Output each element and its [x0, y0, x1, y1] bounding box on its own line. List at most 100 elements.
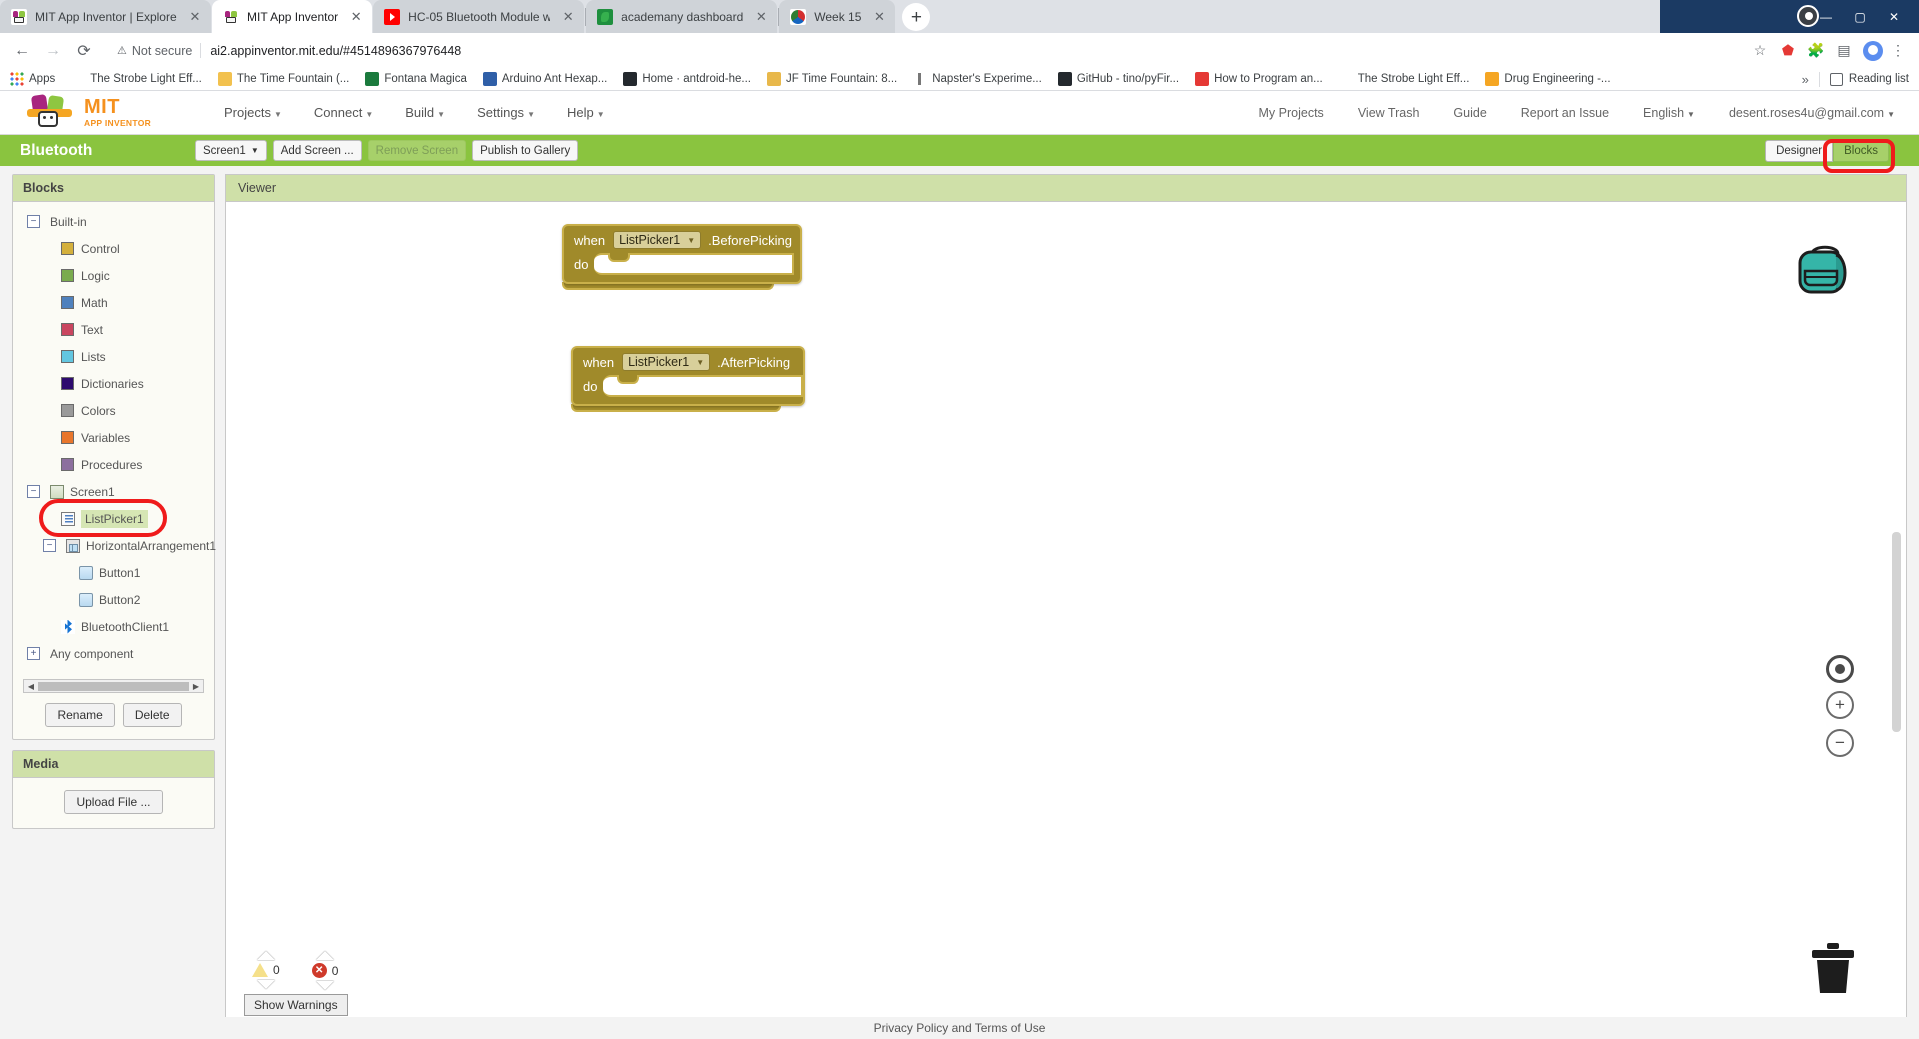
browser-tab-1[interactable]: MIT App Inventor ✕ [212, 0, 373, 33]
view-trash-link[interactable]: View Trash [1358, 106, 1420, 120]
upload-file-button[interactable]: Upload File ... [64, 790, 163, 814]
bookmark-11[interactable]: Drug Engineering -... [1485, 72, 1611, 86]
mit-app-inventor-logo[interactable]: MIT APP INVENTOR [26, 93, 166, 131]
menu-settings[interactable]: Settings ▼ [477, 105, 535, 120]
tree-node-any-component[interactable]: + Any component [13, 640, 214, 667]
tree-node-button1[interactable]: Button1 [13, 559, 214, 586]
tree-node-procedures[interactable]: Procedures [13, 451, 214, 478]
bookmark-3[interactable]: Fontana Magica [365, 72, 467, 86]
bookmark-10[interactable]: The Strobe Light Eff... [1339, 72, 1470, 86]
bookmark-8[interactable]: GitHub - tino/pyFir... [1057, 72, 1179, 86]
address-bar[interactable]: ⚠ Not secure ai2.appinventor.mit.edu/#45… [107, 37, 1739, 64]
error-prev-icon[interactable] [316, 951, 335, 960]
block-listpicker1-beforepicking[interactable]: when ListPicker1 ▼ .BeforePicking do [562, 224, 802, 290]
bookmark-7[interactable]: Napster's Experime... [913, 72, 1042, 86]
scroll-right-icon[interactable]: ▶ [191, 682, 201, 691]
tree-node-screen1[interactable]: − Screen1 [13, 478, 214, 505]
minimize-icon[interactable]: — [1809, 10, 1843, 24]
bookmark-2[interactable]: The Time Fountain (... [217, 72, 349, 86]
browser-tab-4[interactable]: Week 15 ✕ [779, 0, 896, 33]
reload-icon[interactable]: ⟳ [70, 37, 98, 65]
menu-projects[interactable]: Projects ▼ [224, 105, 282, 120]
close-tab-icon[interactable]: ✕ [871, 9, 887, 25]
bookmark-1[interactable]: The Strobe Light Eff... [71, 72, 202, 86]
maximize-icon[interactable]: ▢ [1843, 10, 1877, 24]
error-next-icon[interactable] [316, 981, 335, 990]
user-email-menu[interactable]: desent.roses4u@gmail.com ▼ [1729, 106, 1895, 120]
tree-node-variables[interactable]: Variables [13, 424, 214, 451]
collapse-icon[interactable]: − [27, 215, 40, 228]
reading-list-button[interactable]: Reading list [1829, 72, 1909, 86]
bookmark-apps[interactable]: Apps [10, 72, 55, 86]
bookmark-9[interactable]: How to Program an... [1195, 72, 1323, 86]
backpack-icon[interactable] [1792, 240, 1858, 296]
publish-to-gallery-button[interactable]: Publish to Gallery [472, 140, 579, 161]
center-target-icon[interactable] [1826, 655, 1854, 683]
privacy-policy-link[interactable]: Privacy Policy and Terms of Use [874, 1021, 1046, 1035]
close-window-icon[interactable]: ✕ [1877, 10, 1911, 24]
remove-screen-button[interactable]: Remove Screen [367, 140, 467, 161]
tree-node-horizontalarrangement1[interactable]: − HorizontalArrangement1 [13, 532, 216, 559]
bookmark-5[interactable]: Home · antdroid-he... [623, 72, 751, 86]
menu-connect[interactable]: Connect ▼ [314, 105, 373, 120]
language-selector[interactable]: English ▼ [1643, 106, 1695, 120]
screen-selector-dropdown[interactable]: Screen1 ▼ [195, 140, 267, 161]
warning-next-icon[interactable] [256, 980, 275, 989]
tree-node-control[interactable]: Control [13, 235, 214, 262]
warning-prev-icon[interactable] [256, 951, 275, 960]
bookmark-6[interactable]: JF Time Fountain: 8... [767, 72, 897, 86]
back-icon[interactable]: ← [8, 37, 36, 65]
expand-icon[interactable]: + [27, 647, 40, 660]
tree-node-bluetoothclient1[interactable]: BluetoothClient1 [13, 613, 214, 640]
new-tab-button[interactable]: + [902, 3, 931, 31]
tree-node-listpicker1[interactable]: ListPicker1 [13, 499, 214, 537]
menu-help[interactable]: Help ▼ [567, 105, 605, 120]
blocks-tab[interactable]: Blocks [1833, 139, 1889, 162]
block-listpicker1-afterpicking[interactable]: when ListPicker1 ▼ .AfterPicking do [571, 346, 806, 412]
guide-link[interactable]: Guide [1453, 106, 1486, 120]
profile-avatar[interactable] [1863, 40, 1883, 61]
browser-tab-0[interactable]: MIT App Inventor | Explore MIT A ✕ [0, 0, 211, 33]
close-tab-icon[interactable]: ✕ [348, 9, 364, 25]
component-dropdown[interactable]: ListPicker1 ▼ [622, 353, 711, 371]
canvas-vertical-scrollbar[interactable] [1892, 532, 1901, 732]
split-screen-icon[interactable]: ▤ [1831, 38, 1857, 64]
tree-node-dictionaries[interactable]: Dictionaries [13, 370, 214, 397]
menu-build[interactable]: Build ▼ [405, 105, 445, 120]
shield-icon[interactable]: ⬟ [1775, 38, 1801, 64]
block-statement-slot[interactable] [594, 253, 795, 275]
zoom-in-button[interactable]: + [1826, 691, 1854, 719]
tree-node-colors[interactable]: Colors [13, 397, 214, 424]
browser-tab-2[interactable]: HC-05 Bluetooth Module with An ✕ [373, 0, 585, 33]
tree-node-text[interactable]: Text [13, 316, 214, 343]
close-tab-icon[interactable]: ✕ [560, 9, 576, 25]
tree-node-builtin[interactable]: − Built-in [13, 208, 214, 235]
add-screen-button[interactable]: Add Screen ... [272, 140, 362, 161]
block-statement-slot[interactable] [603, 375, 804, 397]
chrome-menu-icon[interactable]: ⋮ [1885, 38, 1911, 64]
forward-icon[interactable]: → [39, 37, 67, 65]
delete-button[interactable]: Delete [122, 703, 182, 727]
report-issue-link[interactable]: Report an Issue [1521, 106, 1609, 120]
tree-horizontal-scrollbar[interactable]: ◀ ▶ [23, 679, 204, 693]
close-tab-icon[interactable]: ✕ [187, 9, 203, 25]
browser-tab-3[interactable]: academany dashboard ✕ [586, 0, 778, 33]
my-projects-link[interactable]: My Projects [1259, 106, 1324, 120]
bookmark-star-icon[interactable]: ☆ [1747, 38, 1773, 64]
close-tab-icon[interactable]: ✕ [753, 9, 769, 25]
component-dropdown[interactable]: ListPicker1 ▼ [613, 231, 702, 249]
tree-node-lists[interactable]: Lists [13, 343, 214, 370]
bookmark-4[interactable]: Arduino Ant Hexap... [482, 72, 607, 86]
tree-node-button2[interactable]: Button2 [13, 586, 214, 613]
scroll-left-icon[interactable]: ◀ [26, 682, 36, 691]
show-warnings-button[interactable]: Show Warnings [244, 994, 348, 1016]
collapse-icon[interactable]: − [27, 485, 40, 498]
tree-node-logic[interactable]: Logic [13, 262, 214, 289]
tree-node-math[interactable]: Math [13, 289, 214, 316]
bookmarks-overflow-icon[interactable]: » [1802, 72, 1809, 87]
designer-tab[interactable]: Designer [1765, 139, 1834, 162]
scrollbar-thumb[interactable] [38, 681, 189, 691]
trash-icon[interactable] [1810, 942, 1856, 996]
collapse-icon[interactable]: − [43, 539, 56, 552]
blocks-canvas[interactable]: when ListPicker1 ▼ .BeforePicking do whe… [225, 201, 1907, 1039]
